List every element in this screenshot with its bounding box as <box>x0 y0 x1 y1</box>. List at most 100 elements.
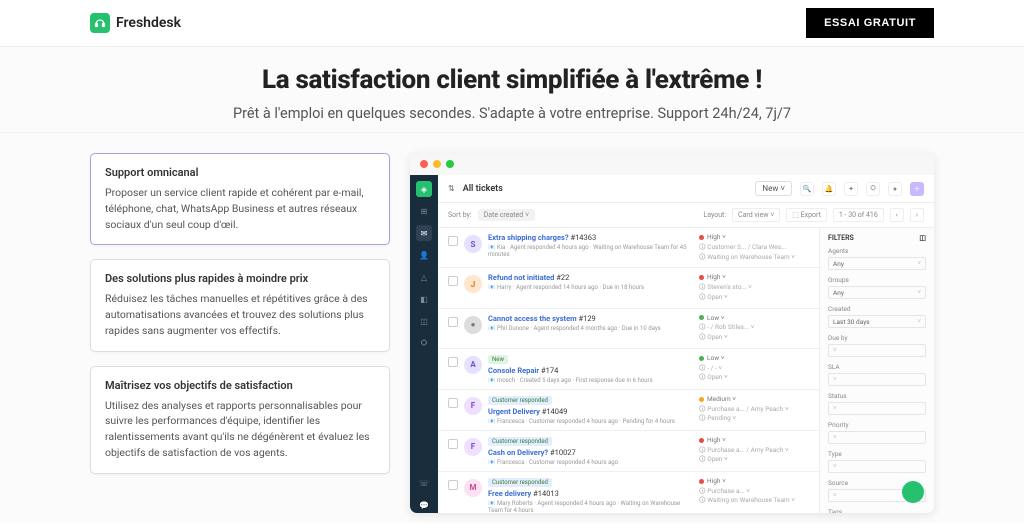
list-area: SExtra shipping charges? #14363📧 Kia · A… <box>438 228 934 513</box>
ticket-row[interactable]: ●Cannot access the system #129📧 Phil Dun… <box>438 309 819 349</box>
ticket-checkbox[interactable] <box>448 398 458 408</box>
user-avatar[interactable]: ● <box>888 182 902 196</box>
ticket-row[interactable]: ANewConsole Repair #174📧 mosch · Created… <box>438 349 819 390</box>
status[interactable]: 🛈 Pending ˅ <box>699 414 809 424</box>
sidebar: ◈ ⊞ ✉ 👤 △ ◧ ◫ ⛭ ☏ 💬 <box>410 175 438 513</box>
app-main: ⇅ All tickets New ˅ 🔍 🔔 ✦ ⛭ ● ＋ Sort by:… <box>438 175 934 513</box>
filter-label: Due by <box>828 334 926 342</box>
filter-group: Tags <box>828 508 926 513</box>
notification-icon[interactable]: 🔔 <box>822 182 836 196</box>
sidebar-dashboard-icon[interactable]: ⊞ <box>416 203 432 219</box>
priority[interactable]: High ˅ <box>699 233 809 243</box>
status[interactable]: 🛈 Waiting on Warehouse Team ˅ <box>699 496 809 506</box>
ticket-checkbox[interactable] <box>448 236 458 246</box>
sort-value[interactable]: Date created ˅ <box>478 209 535 221</box>
feature-card[interactable]: Support omnicanalProposer un service cli… <box>90 153 390 245</box>
feature-cards: Support omnicanalProposer un service cli… <box>90 153 390 513</box>
customer[interactable]: 🛈 - / Rob Stiles... ˅ <box>699 323 809 333</box>
prev-page-icon[interactable]: ‹ <box>890 208 904 222</box>
priority[interactable]: Medium ˅ <box>699 395 809 405</box>
status[interactable]: 🛈 Open ˅ <box>699 293 809 303</box>
content: Support omnicanalProposer un service cli… <box>0 133 1024 523</box>
gear-icon[interactable]: ⛭ <box>866 182 880 196</box>
priority[interactable]: Low ˅ <box>699 314 809 324</box>
filter-label: Tags <box>828 508 926 513</box>
filter-group: Agents Any <box>828 247 926 270</box>
window-controls <box>410 153 934 175</box>
free-trial-button[interactable]: ESSAI GRATUIT <box>806 8 934 38</box>
ticket-checkbox[interactable] <box>448 357 458 367</box>
search-icon[interactable]: 🔍 <box>800 182 814 196</box>
priority[interactable]: High ˅ <box>699 436 809 446</box>
filter-group: Priority <box>828 421 926 444</box>
priority[interactable]: High ˅ <box>699 273 809 283</box>
customer[interactable]: 🛈 - / - ˅ <box>699 364 809 374</box>
export-icon[interactable]: ⬚ Export <box>786 208 827 222</box>
customer[interactable]: 🛈 Steven's sto... ˅ <box>699 283 809 293</box>
filter-select[interactable] <box>828 344 926 357</box>
ticket-subject: Console Repair #174 <box>488 366 693 375</box>
customer[interactable]: 🛈 Customer S... / Clara Wes... <box>699 243 809 253</box>
ticket-checkbox[interactable] <box>448 276 458 286</box>
sidebar-analytics-icon[interactable]: ◫ <box>416 313 432 329</box>
ticket-row[interactable]: SExtra shipping charges? #14363📧 Kia · A… <box>438 228 819 268</box>
filter-group: Due by <box>828 334 926 357</box>
new-button[interactable]: New ˅ <box>755 181 792 196</box>
filter-title: FILTERS <box>828 234 854 242</box>
sidebar-solutions-icon[interactable]: △ <box>416 269 432 285</box>
next-page-icon[interactable]: › <box>910 208 924 222</box>
sidebar-reports-icon[interactable]: ◧ <box>416 291 432 307</box>
sidebar-chat-icon[interactable]: 💬 <box>416 497 432 513</box>
customer[interactable]: 🛈 Purchase a... / Amy Peach ˅ <box>699 446 809 456</box>
status[interactable]: 🛈 Open ˅ <box>699 455 809 465</box>
sidebar-admin-icon[interactable]: ⛭ <box>416 335 432 351</box>
feature-card[interactable]: Des solutions plus rapides à moindre pri… <box>90 259 390 351</box>
ticket-subject: Free delivery #14013 <box>488 489 693 498</box>
hero-subtitle: Prêt à l'emploi en quelques secondes. S'… <box>0 105 1024 122</box>
filter-select[interactable] <box>828 402 926 415</box>
ticket-row[interactable]: JRefund not initiated #22📧 Harry · Agent… <box>438 268 819 308</box>
add-button[interactable]: ＋ <box>910 182 924 196</box>
sidebar-tickets-icon[interactable]: ✉ <box>416 225 432 241</box>
filter-select[interactable] <box>828 373 926 386</box>
ticket-row[interactable]: FCustomer respondedCash on Delivery? #10… <box>438 431 819 472</box>
sidebar-phone-icon[interactable]: ☏ <box>416 475 432 491</box>
filter-select[interactable] <box>828 460 926 473</box>
chat-fab-icon[interactable] <box>902 481 924 503</box>
brand-logo[interactable]: Freshdesk <box>90 13 181 33</box>
ticket-row[interactable]: FCustomer respondedUrgent Delivery #1404… <box>438 390 819 431</box>
hero-title: La satisfaction client simplifiée à l'ex… <box>0 65 1024 95</box>
ticket-checkbox[interactable] <box>448 439 458 449</box>
sidebar-logo-icon[interactable]: ◈ <box>416 181 432 197</box>
filter-icon[interactable]: ⇅ <box>448 184 455 193</box>
priority[interactable]: Low ˅ <box>699 354 809 364</box>
ticket-row[interactable]: MCustomer respondedFree delivery #14013📧… <box>438 472 819 513</box>
layout-value[interactable]: Card view ˅ <box>732 208 780 222</box>
priority[interactable]: High ˅ <box>699 477 809 487</box>
filter-group: GroupsAny <box>828 276 926 299</box>
filter-select[interactable]: Last 30 days <box>828 315 926 328</box>
status[interactable]: 🛈 Waiting on Warehouse Team ˅ <box>699 253 809 263</box>
ticket-checkbox[interactable] <box>448 317 458 327</box>
sidebar-contacts-icon[interactable]: 👤 <box>416 247 432 263</box>
filter-select[interactable] <box>828 431 926 444</box>
filter-select[interactable]: Any <box>828 257 926 270</box>
filter-select[interactable]: Any <box>828 286 926 299</box>
feature-card[interactable]: Maîtrisez vos objectifs de satisfactionU… <box>90 366 390 474</box>
ticket-meta: 📧 Francesca · Customer responded 4 hours… <box>488 418 693 425</box>
status[interactable]: 🛈 Open ˅ <box>699 333 809 343</box>
customer[interactable]: 🛈 Purchase a... ˅ <box>699 487 809 497</box>
avatar: J <box>464 275 482 293</box>
ticket-meta: 📧 Mary Roberts · Agent responded 4 hours… <box>488 500 693 513</box>
customer[interactable]: 🛈 Purchase a... / Amy Peach ˅ <box>699 405 809 415</box>
status[interactable]: 🛈 Open ˅ <box>699 373 809 383</box>
ticket-checkbox[interactable] <box>448 480 458 490</box>
brand-name: Freshdesk <box>116 15 181 31</box>
sort-label: Sort by: <box>448 211 472 219</box>
filter-label: Agents <box>828 247 926 255</box>
sparkle-icon[interactable]: ✦ <box>844 182 858 196</box>
avatar: S <box>464 235 482 253</box>
save-filter-icon[interactable]: ◫ <box>919 234 926 242</box>
ticket-subject: Extra shipping charges? #14363 <box>488 233 693 242</box>
ticket-meta: 📧 mosch · Created 5 days ago · First res… <box>488 377 693 384</box>
